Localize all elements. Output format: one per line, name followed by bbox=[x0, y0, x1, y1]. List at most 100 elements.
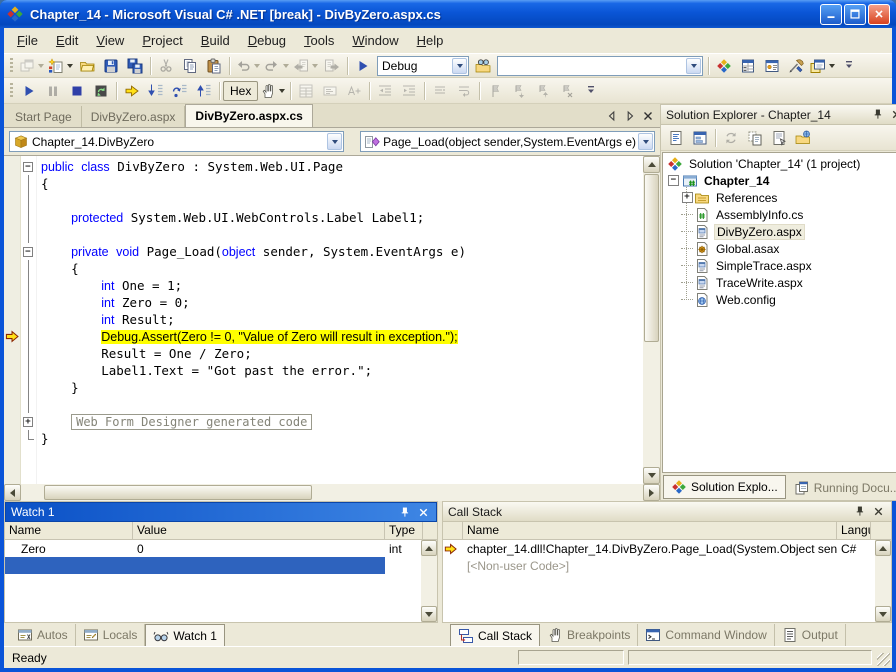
code-text[interactable]: { bbox=[37, 261, 79, 276]
maximize-button[interactable] bbox=[844, 4, 866, 25]
code-text[interactable]: { bbox=[37, 176, 49, 191]
breakpoints-window-button[interactable] bbox=[258, 80, 287, 102]
tree-item-tracewrite-aspx[interactable]: TraceWrite.aspx bbox=[663, 274, 896, 291]
scroll-left-button[interactable] bbox=[4, 484, 21, 501]
bookmark-clear-button[interactable] bbox=[555, 80, 579, 102]
code-text[interactable]: protected System.Web.UI.WebControls.Labe… bbox=[37, 210, 424, 225]
resize-grip[interactable] bbox=[877, 653, 890, 666]
code-editor[interactable]: − public class DivByZero : System.Web.UI.… bbox=[4, 156, 660, 484]
minimize-button[interactable] bbox=[820, 4, 842, 25]
step-over-button[interactable] bbox=[168, 80, 192, 102]
dock-tab-command-window[interactable]: Command Window bbox=[638, 624, 774, 646]
code-text[interactable]: } bbox=[37, 431, 49, 446]
members-combo-dropdown[interactable] bbox=[638, 133, 653, 150]
scroll-down-button[interactable] bbox=[875, 606, 891, 622]
code-text[interactable]: public class DivByZero : System.Web.UI.P… bbox=[37, 159, 343, 174]
solution-configurations-combo[interactable]: Debug bbox=[377, 56, 469, 76]
properties-grid-button[interactable] bbox=[294, 80, 318, 102]
redo-button[interactable] bbox=[262, 55, 291, 77]
tree-item-divbyzero-aspx[interactable]: DivByZero.aspx bbox=[663, 223, 896, 240]
view-code-button[interactable] bbox=[664, 127, 688, 149]
view-designer-button[interactable] bbox=[688, 127, 712, 149]
show-all-files-button[interactable] bbox=[743, 127, 767, 149]
menu-help[interactable]: Help bbox=[408, 29, 453, 52]
dock-tab-breakpoints[interactable]: Breakpoints bbox=[540, 624, 638, 646]
menu-tools[interactable]: Tools bbox=[295, 29, 343, 52]
close-icon[interactable] bbox=[870, 504, 886, 519]
start-button[interactable] bbox=[351, 55, 375, 77]
menu-file[interactable]: File bbox=[8, 29, 47, 52]
properties-window-button[interactable] bbox=[736, 55, 760, 77]
scroll-down-button[interactable] bbox=[421, 606, 437, 622]
window-titlebar[interactable]: Chapter_14 - Microsoft Visual C# .NET [b… bbox=[0, 0, 896, 28]
dock-tab-autos[interactable]: Autos bbox=[10, 624, 76, 646]
types-combo-dropdown[interactable] bbox=[327, 133, 342, 150]
callstack-column-icon[interactable] bbox=[443, 522, 463, 539]
word-wrap-button[interactable] bbox=[452, 80, 476, 102]
code-text[interactable]: int Result; bbox=[37, 312, 175, 327]
scroll-down-button[interactable] bbox=[643, 467, 660, 484]
new-project-button[interactable] bbox=[17, 55, 46, 77]
toolbar-grip[interactable] bbox=[10, 58, 13, 74]
collapsed-region[interactable]: Web Form Designer generated code bbox=[71, 414, 312, 430]
tree-expander[interactable]: + bbox=[682, 192, 693, 203]
callstack-scrollbar[interactable] bbox=[875, 540, 891, 622]
copy-project-button[interactable] bbox=[791, 127, 815, 149]
save-all-button[interactable] bbox=[123, 55, 147, 77]
scroll-right-button[interactable] bbox=[643, 484, 660, 501]
callstack-column-language[interactable]: Language bbox=[837, 522, 871, 539]
scroll-tabs-right-button[interactable] bbox=[622, 108, 638, 123]
types-combo[interactable]: Chapter_14.DivByZero bbox=[9, 131, 344, 152]
watch-column-value[interactable]: Value bbox=[133, 522, 385, 539]
watch-column-type[interactable]: Type bbox=[385, 522, 423, 539]
restart-button[interactable] bbox=[89, 80, 113, 102]
solution-explorer-titlebar[interactable]: Solution Explorer - Chapter_14 bbox=[661, 105, 896, 125]
undo-button[interactable] bbox=[233, 55, 262, 77]
code-text[interactable]: private void Page_Load(object sender, Sy… bbox=[37, 244, 466, 259]
pause-button[interactable] bbox=[41, 80, 65, 102]
menu-project[interactable]: Project bbox=[133, 29, 191, 52]
find-in-files-button[interactable] bbox=[471, 55, 495, 77]
document-tab-divbyzero-aspx-cs[interactable]: DivByZero.aspx.cs bbox=[185, 104, 312, 127]
close-icon[interactable] bbox=[415, 505, 431, 520]
toolbox-button[interactable] bbox=[784, 55, 808, 77]
menu-window[interactable]: Window bbox=[343, 29, 407, 52]
pushpin-icon[interactable] bbox=[870, 107, 886, 122]
watch-row-zero[interactable]: Zero0int bbox=[5, 540, 437, 557]
code-text[interactable]: int Zero = 0; bbox=[37, 295, 190, 310]
menu-debug[interactable]: Debug bbox=[239, 29, 295, 52]
document-tab-start-page[interactable]: Start Page bbox=[6, 106, 82, 127]
code-text[interactable]: Debug.Assert(Zero != 0, "Value of Zero w… bbox=[37, 329, 458, 344]
hex-toggle-button[interactable]: Hex bbox=[223, 81, 258, 101]
show-next-statement-button[interactable] bbox=[120, 80, 144, 102]
tree-item-assemblyinfo-cs[interactable]: AssemblyInfo.cs bbox=[663, 206, 896, 223]
close-icon[interactable] bbox=[889, 107, 896, 122]
indent-increase-button[interactable] bbox=[397, 80, 421, 102]
scroll-thumb[interactable] bbox=[644, 174, 659, 342]
tree-item-web-config[interactable]: Web.config bbox=[663, 291, 896, 308]
watch-column-name[interactable]: Name bbox=[5, 522, 133, 539]
callstack-titlebar[interactable]: Call Stack bbox=[443, 502, 891, 522]
save-button[interactable] bbox=[99, 55, 123, 77]
open-file-button[interactable] bbox=[75, 55, 99, 77]
scroll-up-button[interactable] bbox=[875, 540, 891, 556]
font-size-button[interactable] bbox=[342, 80, 366, 102]
add-item-button[interactable] bbox=[46, 55, 75, 77]
navigate-forward-button[interactable] bbox=[320, 55, 344, 77]
navigate-back-button[interactable] bbox=[291, 55, 320, 77]
watch-scrollbar[interactable] bbox=[421, 540, 437, 622]
tree-item-solution-chapter-14-1-project[interactable]: Solution 'Chapter_14' (1 project) bbox=[663, 155, 896, 172]
tree-item-references[interactable]: +References bbox=[663, 189, 896, 206]
code-fold-toggle[interactable]: − bbox=[23, 247, 33, 257]
solution-configurations-combo-dropdown[interactable] bbox=[452, 58, 467, 74]
watch-new-row[interactable] bbox=[5, 557, 437, 574]
display-whitespace-button[interactable] bbox=[428, 80, 452, 102]
tree-item-simpletrace-aspx[interactable]: SimpleTrace.aspx bbox=[663, 257, 896, 274]
step-out-button[interactable] bbox=[192, 80, 216, 102]
tree-item-chapter-14[interactable]: −Chapter_14 bbox=[663, 172, 896, 189]
other-windows-button[interactable] bbox=[808, 55, 837, 77]
pushpin-icon[interactable] bbox=[851, 504, 867, 519]
scroll-tabs-left-button[interactable] bbox=[604, 108, 620, 123]
step-into-button[interactable] bbox=[144, 80, 168, 102]
tree-expander[interactable]: − bbox=[668, 175, 679, 186]
